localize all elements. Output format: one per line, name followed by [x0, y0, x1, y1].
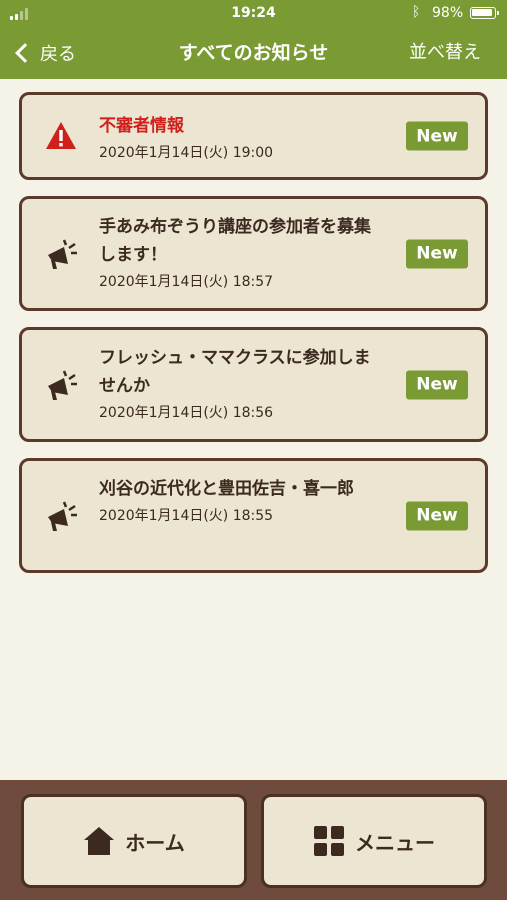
status-time: 19:24: [231, 5, 276, 21]
new-badge: New: [406, 370, 468, 399]
sort-button[interactable]: 並べ替え: [409, 27, 481, 79]
notice-card[interactable]: フレッシュ・ママクラスに参加しませんか 2020年1月14日(火) 18:56 …: [19, 327, 488, 442]
nav-bar: 戻る すべてのお知らせ 並べ替え: [0, 27, 507, 79]
notice-card[interactable]: 不審者情報 2020年1月14日(火) 19:00 New: [19, 92, 488, 180]
battery-icon: [470, 7, 499, 19]
megaphone-icon: [48, 239, 77, 269]
notice-title: フレッシュ・ママクラスに参加しませんか: [99, 348, 371, 396]
bottom-tab-bar: ホーム メニュー: [0, 780, 507, 900]
menu-button[interactable]: メニュー: [261, 794, 487, 888]
home-icon: [84, 827, 115, 855]
new-badge: New: [406, 121, 468, 151]
notice-date: 2020年1月14日(火) 18:55: [99, 508, 274, 524]
battery-percent: 98%: [432, 5, 464, 21]
status-bar: 19:24 ᛒ 98%: [0, 0, 507, 27]
notice-title: 不審者情報: [99, 116, 184, 136]
notice-card[interactable]: 刈谷の近代化と豊田佐吉・喜一郎 2020年1月14日(火) 18:55 New: [19, 458, 488, 573]
bluetooth-icon: ᛒ: [412, 4, 421, 20]
notice-date: 2020年1月14日(火) 18:57: [99, 274, 274, 290]
megaphone-icon: [48, 370, 77, 400]
grid-icon: [314, 826, 344, 856]
notice-title: 手あみ布ぞうり講座の参加者を募集します！: [99, 217, 371, 265]
new-badge: New: [406, 501, 468, 530]
new-badge: New: [406, 239, 468, 268]
notice-list: 不審者情報 2020年1月14日(火) 19:00 New 手あみ布ぞうり講座の…: [19, 92, 488, 589]
notice-date: 2020年1月14日(火) 19:00: [99, 145, 274, 161]
notice-date: 2020年1月14日(火) 18:56: [99, 405, 274, 421]
megaphone-icon: [48, 501, 77, 531]
home-label: ホーム: [125, 830, 185, 855]
notice-card[interactable]: 手あみ布ぞうり講座の参加者を募集します！ 2020年1月14日(火) 18:57…: [19, 196, 488, 311]
notice-title: 刈谷の近代化と豊田佐吉・喜一郎: [99, 479, 354, 499]
home-button[interactable]: ホーム: [21, 794, 247, 888]
warning-icon: [46, 122, 76, 149]
menu-label: メニュー: [355, 830, 435, 855]
